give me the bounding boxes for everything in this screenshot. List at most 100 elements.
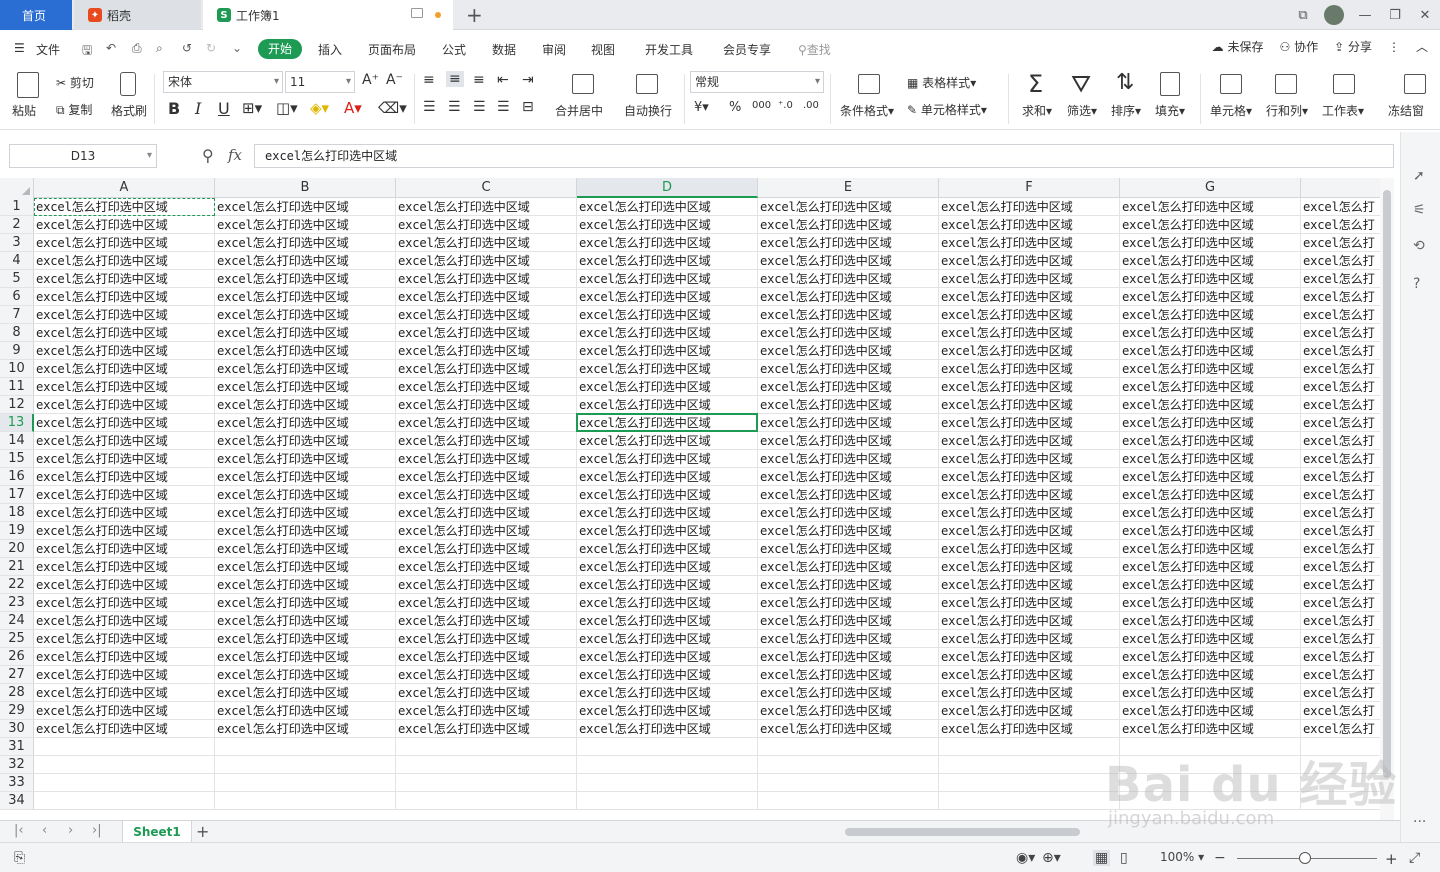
eye-protection-icon[interactable]: ◉▾ [1016,850,1035,866]
hamburger-icon[interactable]: ☰ [14,41,25,55]
align-bottom-icon[interactable]: ≡ [473,72,485,88]
cell-f18[interactable]: excel怎么打印选中区域 [939,504,1120,522]
cell-c7[interactable]: excel怎么打印选中区域 [396,306,577,324]
column-header-b[interactable]: B [215,178,396,198]
number-format-select[interactable]: 常规 [690,71,824,93]
row-header-10[interactable]: 10 [0,360,34,378]
cell-h13[interactable]: excel怎么打 [1301,414,1380,432]
cell-c9[interactable]: excel怎么打印选中区域 [396,342,577,360]
fullscreen-icon[interactable]: ⤢ [1409,850,1420,866]
more-icon[interactable]: ⋮ [1388,40,1400,54]
horizontal-scrollbar[interactable] [815,826,1375,838]
cell-e3[interactable]: excel怎么打印选中区域 [758,234,939,252]
cell-c11[interactable]: excel怎么打印选中区域 [396,378,577,396]
sheet-tab-sheet1[interactable]: Sheet1 [122,821,192,843]
cell-c3[interactable]: excel怎么打印选中区域 [396,234,577,252]
cell-g28[interactable]: excel怎么打印选中区域 [1120,684,1301,702]
increase-font-icon[interactable]: A⁺ [362,72,379,88]
fill-color-icon[interactable]: ◈▾ [310,99,329,117]
cut-button[interactable]: ✂ 剪切 [56,74,94,91]
row-header-5[interactable]: 5 [0,270,34,288]
collab-button[interactable]: ⚇ 协作 [1279,38,1318,55]
menu-data[interactable]: 数据 [492,41,516,58]
cell-h28[interactable]: excel怎么打 [1301,684,1380,702]
menu-start[interactable]: 开始 [258,39,302,59]
cell-c10[interactable]: excel怎么打印选中区域 [396,360,577,378]
cell-e30[interactable]: excel怎么打印选中区域 [758,720,939,738]
cell-f24[interactable]: excel怎么打印选中区域 [939,612,1120,630]
cell-g22[interactable]: excel怎么打印选中区域 [1120,576,1301,594]
cell-c29[interactable]: excel怎么打印选中区域 [396,702,577,720]
cell-c33[interactable] [396,774,577,792]
cell-f33[interactable] [939,774,1120,792]
cell-e28[interactable]: excel怎么打印选中区域 [758,684,939,702]
cell-c14[interactable]: excel怎么打印选中区域 [396,432,577,450]
cell-a11[interactable]: excel怎么打印选中区域 [34,378,215,396]
zoom-in-icon[interactable]: + [1385,850,1398,868]
menu-file[interactable]: 文件 [36,41,60,58]
conditional-format-label[interactable]: 条件格式▾ [840,102,894,119]
cell-e7[interactable]: excel怎么打印选中区域 [758,306,939,324]
cell-h20[interactable]: excel怎么打 [1301,540,1380,558]
cell-d7[interactable]: excel怎么打印选中区域 [577,306,758,324]
cell-c16[interactable]: excel怎么打印选中区域 [396,468,577,486]
page-view-icon[interactable]: ▯ [1120,850,1128,866]
cell-c22[interactable]: excel怎么打印选中区域 [396,576,577,594]
italic-icon[interactable]: I [195,99,201,118]
cell-e8[interactable]: excel怎么打印选中区域 [758,324,939,342]
row-header-12[interactable]: 12 [0,396,34,414]
name-box[interactable]: D13 [9,144,157,168]
cell-icon[interactable] [1220,74,1242,94]
cell-c2[interactable]: excel怎么打印选中区域 [396,216,577,234]
select-cursor-icon[interactable]: ➚ [1413,168,1425,184]
undo-icon[interactable]: ↶ [106,41,116,55]
cell-e14[interactable]: excel怎么打印选中区域 [758,432,939,450]
zoom-slider-handle[interactable] [1299,852,1311,864]
cell-f19[interactable]: excel怎么打印选中区域 [939,522,1120,540]
cell-b14[interactable]: excel怎么打印选中区域 [215,432,396,450]
cell-g11[interactable]: excel怎么打印选中区域 [1120,378,1301,396]
undo-arrow-icon[interactable]: ↺ [182,41,192,55]
cell-h7[interactable]: excel怎么打 [1301,306,1380,324]
zoom-out-icon[interactable]: − [1214,850,1226,866]
cell-b6[interactable]: excel怎么打印选中区域 [215,288,396,306]
backup-icon[interactable]: ⟲ [1413,238,1425,254]
row-header-6[interactable]: 6 [0,288,34,306]
align-middle-icon[interactable]: ≡ [446,71,464,87]
cell-e32[interactable] [758,756,939,774]
justify-icon[interactable]: ☰ [497,99,510,115]
row-header-31[interactable]: 31 [0,738,34,756]
column-header-d[interactable]: D [577,178,758,198]
cell-g20[interactable]: excel怎么打印选中区域 [1120,540,1301,558]
cell-f15[interactable]: excel怎么打印选中区域 [939,450,1120,468]
cell-b5[interactable]: excel怎么打印选中区域 [215,270,396,288]
cell-h19[interactable]: excel怎么打 [1301,522,1380,540]
print-preview-icon[interactable]: ⌕ [156,41,163,56]
row-header-23[interactable]: 23 [0,594,34,612]
column-header-a[interactable]: A [34,178,215,198]
cell-f5[interactable]: excel怎么打印选中区域 [939,270,1120,288]
cell-h9[interactable]: excel怎么打 [1301,342,1380,360]
cell-a8[interactable]: excel怎么打印选中区域 [34,324,215,342]
new-tab-button[interactable]: + [466,3,483,27]
macro-record-icon[interactable]: ⎘ [14,850,25,866]
cell-g24[interactable]: excel怎么打印选中区域 [1120,612,1301,630]
cell-b25[interactable]: excel怎么打印选中区域 [215,630,396,648]
font-color-icon[interactable]: A▾ [344,99,362,117]
restore-button[interactable]: ❐ [1380,8,1410,23]
cell-f32[interactable] [939,756,1120,774]
row-header-25[interactable]: 25 [0,630,34,648]
cell-a28[interactable]: excel怎么打印选中区域 [34,684,215,702]
cell-f34[interactable] [939,792,1120,810]
row-header-16[interactable]: 16 [0,468,34,486]
decrease-decimal-icon[interactable]: .00 [803,100,819,111]
cell-d27[interactable]: excel怎么打印选中区域 [577,666,758,684]
cell-b10[interactable]: excel怎么打印选中区域 [215,360,396,378]
cell-d29[interactable]: excel怎么打印选中区域 [577,702,758,720]
sort-label[interactable]: 排序▾ [1111,102,1141,119]
cell-e21[interactable]: excel怎么打印选中区域 [758,558,939,576]
cell-d22[interactable]: excel怎么打印选中区域 [577,576,758,594]
cell-d31[interactable] [577,738,758,756]
indent-increase-icon[interactable]: ⇥ [522,72,534,88]
fill-label[interactable]: 填充▾ [1155,102,1185,119]
